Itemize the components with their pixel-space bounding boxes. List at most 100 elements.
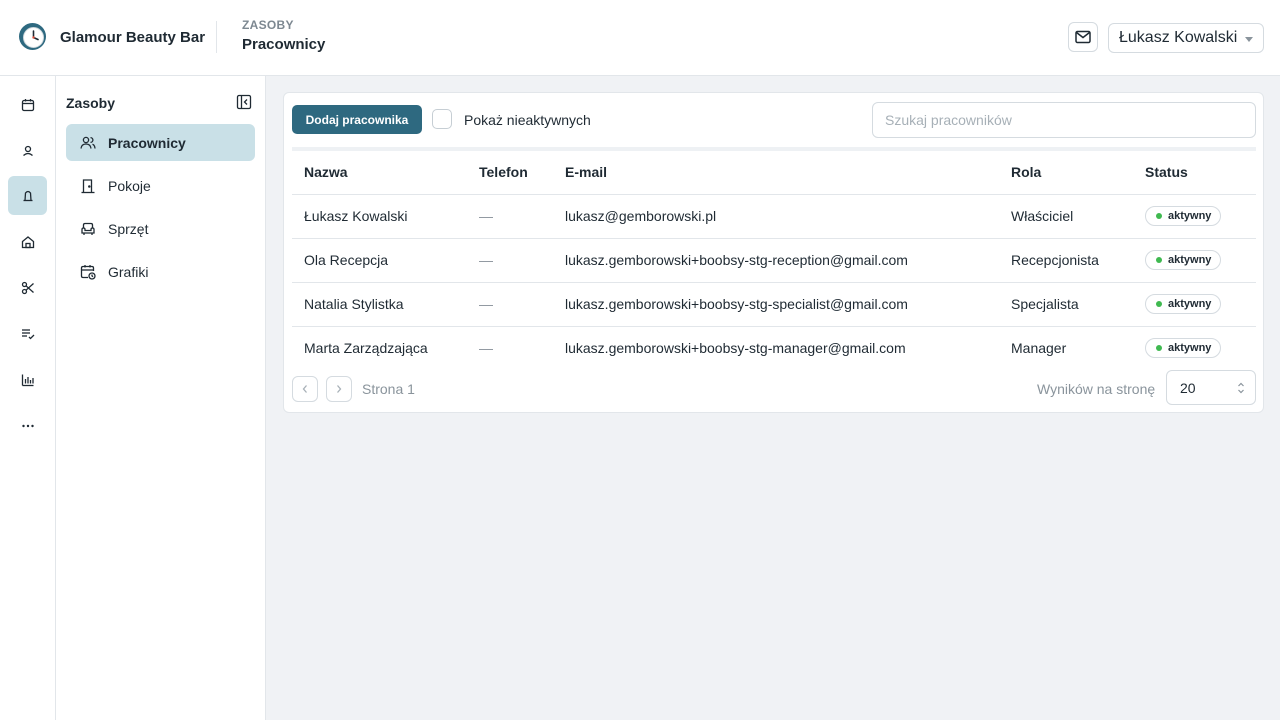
sidebar-item-pokoje[interactable]: Pokoje (66, 167, 255, 204)
cell-email: lukasz@gemborowski.pl (553, 194, 999, 239)
cell-role: Właściciel (999, 194, 1133, 239)
messages-button[interactable] (1068, 22, 1098, 52)
sidebar-item-label: Grafiki (108, 263, 149, 280)
door-icon (81, 178, 95, 193)
rail-calendar[interactable] (8, 85, 47, 124)
status-badge: aktywny (1145, 294, 1222, 314)
user-menu-select[interactable]: Łukasz Kowalski (1108, 23, 1264, 53)
scissors-icon (21, 281, 34, 294)
show-inactive-checkbox[interactable] (432, 109, 452, 129)
cell-role: Manager (1011, 340, 1067, 357)
table-row[interactable]: Natalia Stylistka — lukasz.gemborowski+b… (292, 282, 1256, 327)
status-dot-icon (1156, 345, 1162, 352)
sidebar-title: Zasoby (66, 95, 116, 111)
users-icon (80, 136, 96, 149)
prev-page-button[interactable] (292, 376, 318, 402)
per-page-label: Wyników na stronę (1037, 381, 1156, 397)
rail-tasks[interactable] (8, 314, 47, 353)
header-divider (216, 21, 217, 53)
client-icon (22, 145, 33, 156)
employees-table: Nazwa Telefon E-mail Rola Status Łukasz … (292, 151, 1256, 370)
cell-email: lukasz.gemborowski+boobsy-stg-manager@gm… (565, 340, 906, 357)
table-row[interactable]: Łukasz Kowalski — lukasz@gemborowski.pl … (292, 194, 1256, 239)
column-header-name[interactable]: Nazwa (292, 151, 467, 195)
cell-name: Natalia Stylistka (292, 282, 467, 327)
add-employee-button[interactable]: Dodaj pracownika (292, 105, 422, 134)
brand-name: Glamour Beauty Bar (60, 29, 206, 46)
cell-phone: — (467, 282, 553, 327)
cell-status: aktywny (1133, 194, 1256, 239)
checklist-icon (21, 328, 34, 339)
rail-more[interactable] (8, 406, 47, 445)
cell-status: aktywny (1133, 326, 1256, 370)
table-row[interactable]: Ola Recepcja — lukasz.gemborowski+boobsy… (292, 238, 1256, 283)
cell-role: Recepcjonista (999, 238, 1133, 283)
chevron-right-icon (337, 385, 342, 393)
sidebar-item-label: Pracownicy (108, 134, 186, 151)
column-header-email[interactable]: E-mail (553, 151, 999, 195)
icon-rail (0, 76, 56, 720)
chevron-up-down-icon (1238, 382, 1244, 394)
status-dot-icon (1156, 301, 1162, 307)
collapse-sidebar-icon[interactable] (236, 94, 252, 110)
status-badge: aktywny (1145, 250, 1222, 270)
sidebar-item-pracownicy[interactable]: Pracownicy (66, 124, 255, 161)
rail-services[interactable] (8, 268, 47, 307)
status-dot-icon (1156, 213, 1162, 219)
cell-status: aktywny (1133, 282, 1256, 327)
search-input[interactable] (872, 102, 1256, 138)
sidebar-item-grafiki[interactable]: Grafiki (66, 253, 255, 290)
home-icon (21, 235, 34, 248)
per-page-value: 20 (1180, 379, 1196, 396)
column-header-status[interactable]: Status (1133, 151, 1256, 195)
per-page-select[interactable]: 20 (1166, 370, 1256, 405)
rail-clients[interactable] (8, 131, 47, 170)
status-text: aktywny (1168, 298, 1212, 310)
cell-name: Marta Zarządzająca (304, 340, 428, 357)
status-badge: aktywny (1145, 206, 1222, 226)
cell-name: Łukasz Kowalski (292, 194, 467, 239)
table-row[interactable]: Marta Zarządzająca — lukasz.gemborowski+… (292, 326, 1256, 370)
cell-phone: — (479, 340, 493, 357)
resources-sidebar: Zasoby Pracownicy Pokoje Sprzęt Grafiki (56, 76, 266, 720)
next-page-button[interactable] (326, 376, 352, 402)
chevron-down-icon (1245, 37, 1253, 42)
more-icon (21, 424, 34, 427)
status-text: aktywny (1168, 210, 1212, 222)
rail-locations[interactable] (8, 222, 47, 261)
mail-icon (1075, 30, 1091, 44)
cell-name: Ola Recepcja (292, 238, 467, 283)
cell-status: aktywny (1133, 238, 1256, 283)
cell-phone: — (467, 238, 553, 283)
chevron-left-icon (302, 385, 307, 393)
sidebar-item-label: Pokoje (108, 177, 151, 194)
breadcrumb-section: ZASOBY (242, 18, 294, 32)
calendar-clock-icon (80, 264, 96, 280)
sidebar-item-label: Sprzęt (108, 220, 149, 237)
show-inactive-label[interactable]: Pokaż nieaktywnych (464, 112, 591, 128)
page-title: Pracownicy (242, 36, 326, 53)
bar-chart-icon (21, 374, 34, 386)
status-text: aktywny (1168, 254, 1212, 266)
page-indicator: Strona 1 (362, 381, 415, 397)
status-badge: aktywny (1145, 338, 1222, 359)
rail-resources[interactable] (8, 176, 47, 215)
calendar-icon (21, 98, 34, 111)
top-header: Glamour Beauty Bar ZASOBY Pracownicy Łuk… (0, 0, 1280, 76)
cell-email: lukasz.gemborowski+boobsy-stg-specialist… (553, 282, 999, 327)
sidebar-item-sprzet[interactable]: Sprzęt (66, 210, 255, 247)
table-header-row: Nazwa Telefon E-mail Rola Status (292, 151, 1256, 195)
cell-email: lukasz.gemborowski+boobsy-stg-reception@… (553, 238, 999, 283)
column-header-phone[interactable]: Telefon (467, 151, 553, 195)
clock-logo-icon (19, 23, 46, 50)
cell-role: Specjalista (999, 282, 1133, 327)
resources-icon (23, 190, 32, 201)
armchair-icon (81, 222, 95, 235)
employees-card: Dodaj pracownika Pokaż nieaktywnych Nazw… (283, 92, 1264, 413)
status-dot-icon (1156, 257, 1162, 263)
user-name: Łukasz Kowalski (1119, 29, 1238, 46)
column-header-role[interactable]: Rola (999, 151, 1133, 195)
rail-reports[interactable] (8, 360, 47, 399)
status-text: aktywny (1168, 342, 1212, 355)
cell-phone: — (467, 194, 553, 239)
